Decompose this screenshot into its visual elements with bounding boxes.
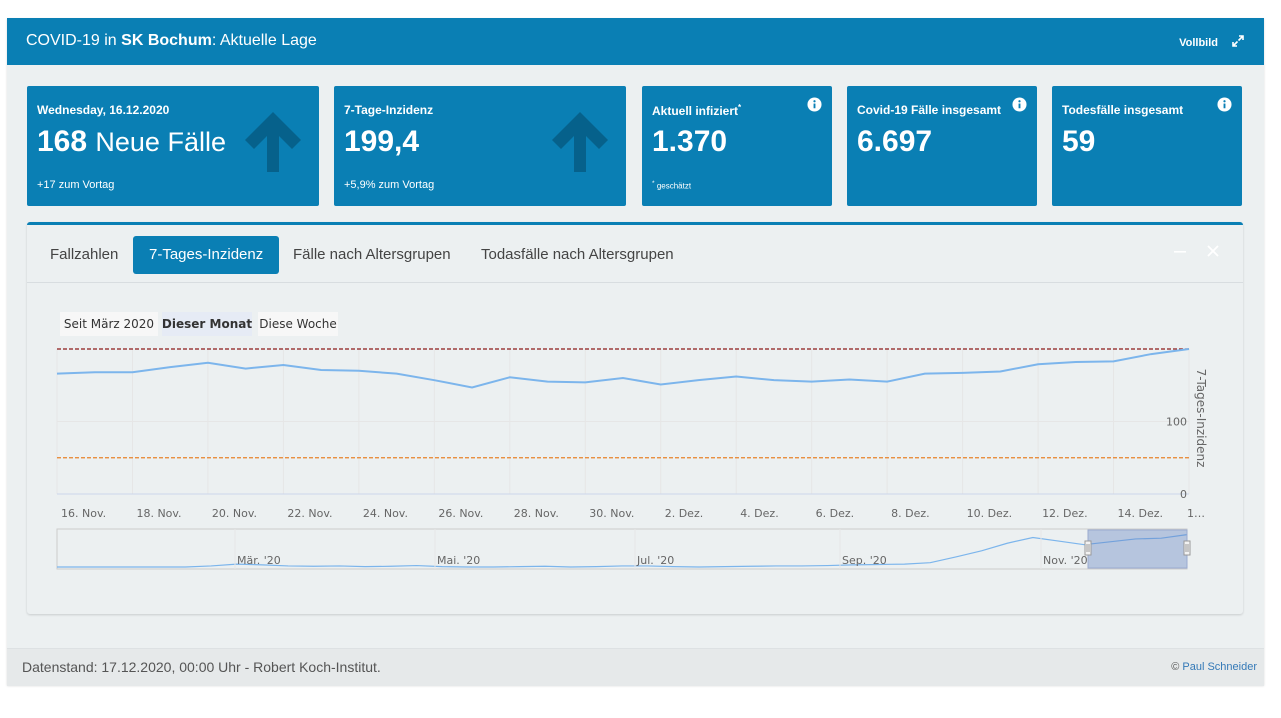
card-infected: Aktuell infiziert* 1.370 * geschätzt — [642, 86, 832, 206]
card-total-cases: Covid-19 Fälle insgesamt 6.697 — [847, 86, 1037, 206]
card-deaths: Todesfälle insgesamt 59 — [1052, 86, 1242, 206]
navigator-selection — [1087, 529, 1188, 569]
header-bar: COVID-19 in SK Bochum: Aktuelle Lage Vol… — [7, 18, 1264, 65]
navigator-handle[interactable] — [1084, 540, 1092, 556]
navigator-tick-label: Jul. '20 — [636, 554, 674, 567]
x-tick-label: 30. Nov. — [589, 507, 634, 520]
deaths-label: Todesfälle insgesamt — [1062, 103, 1184, 117]
y-tick-label: 0 — [1180, 488, 1187, 501]
total-label: Covid-19 Fälle insgesamt — [857, 103, 1002, 117]
navigator-tick-label: Nov. '20 — [1043, 554, 1088, 567]
page-title: COVID-19 in SK Bochum: Aktuelle Lage — [26, 31, 317, 51]
arrow-up-icon — [245, 112, 301, 172]
new-cases-number: 168 — [37, 125, 88, 158]
fullscreen-button[interactable]: Vollbild — [1179, 37, 1218, 49]
footer: Datenstand: 17.12.2020, 00:00 Uhr - Robe… — [7, 648, 1264, 686]
copyright: © Paul Schneider — [1171, 661, 1257, 673]
y-tick-label: 100 — [1166, 416, 1187, 429]
chart-box: Fallzahlen 7-Tages-Inzidenz Fälle nach A… — [27, 222, 1243, 614]
total-value: 6.697 — [857, 125, 933, 158]
infected-asterisk: * — [738, 103, 742, 112]
navigator-handle[interactable] — [1183, 540, 1191, 556]
x-tick-label: 12. Dez. — [1042, 507, 1088, 520]
range-button-label: Diese Woche — [259, 317, 337, 331]
title-suffix: : Aktuelle Lage — [211, 32, 317, 49]
navigator-frame — [56, 528, 1188, 570]
range-button-label: Dieser Monat — [162, 317, 252, 331]
x-tick-label: 2. Dez. — [665, 507, 704, 520]
incidence-value: 199,4 — [344, 125, 420, 158]
infected-label: Aktuell infiziert* — [652, 103, 741, 118]
minimize-icon[interactable] — [1173, 244, 1187, 258]
x-tick-label: 14. Dez. — [1118, 507, 1164, 520]
y-axis-title: 7-Tages-Inzidenz — [1194, 369, 1208, 468]
x-tick-label: 8. Dez. — [891, 507, 930, 520]
deaths-value: 59 — [1062, 125, 1096, 158]
x-tick-label: 20. Nov. — [212, 507, 257, 520]
chart-area: Seit März 2020 Dieser Monat Diese Woche 16.… — [27, 283, 1243, 614]
info-icon[interactable] — [1217, 97, 1232, 112]
x-tick-label: 1… — [1187, 507, 1205, 520]
tab-bar: Fallzahlen 7-Tages-Inzidenz Fälle nach A… — [27, 225, 1243, 283]
data-timestamp: Datenstand: 17.12.2020, 00:00 Uhr - Robe… — [22, 659, 381, 675]
navigator-series — [57, 534, 1188, 568]
info-icon[interactable] — [1012, 97, 1027, 112]
infected-note: * geschätzt — [652, 180, 691, 191]
copyright-symbol: © — [1171, 661, 1180, 673]
infected-label-text: Aktuell infiziert — [652, 104, 739, 118]
tab-fallzahlen[interactable]: Fallzahlen — [34, 236, 134, 274]
card-new-cases: Wednesday, 16.12.2020 168 Neue Fälle +17… — [27, 86, 319, 206]
incidence-chart[interactable]: Seit März 2020 Dieser Monat Diese Woche 16.… — [27, 283, 1243, 614]
x-tick-label: 24. Nov. — [363, 507, 408, 520]
tab-faelle-altersgruppen[interactable]: Fälle nach Altersgrupen — [277, 236, 467, 274]
new-cases-value: 168 Neue Fälle — [37, 124, 226, 160]
incidence-line — [56, 348, 1190, 389]
info-icon[interactable] — [807, 97, 822, 112]
tab-7-tages-inzidenz[interactable]: 7-Tages-Inzidenz — [133, 236, 280, 274]
infected-value: 1.370 — [652, 125, 728, 158]
x-tick-label: 16. Nov. — [61, 507, 106, 520]
note-text: geschätzt — [656, 181, 692, 191]
author-link[interactable]: Paul Schneider — [1182, 661, 1257, 673]
navigator-tick-label: Mär. '20 — [237, 554, 281, 567]
navigator-handle-shape — [1084, 540, 1092, 556]
arrow-up-icon — [552, 112, 608, 172]
x-tick-label: 22. Nov. — [287, 507, 332, 520]
navigator-handle-shape — [1183, 540, 1191, 556]
x-tick-label: 4. Dez. — [740, 507, 779, 520]
expand-icon[interactable] — [1230, 33, 1246, 49]
navigator-tick-label: Mai. '20 — [437, 554, 480, 567]
x-tick-label: 18. Nov. — [136, 507, 181, 520]
navigator-tick-label: Sep. '20 — [842, 554, 887, 567]
x-tick-label: 28. Nov. — [514, 507, 559, 520]
new-cases-unit: Neue Fälle — [95, 127, 226, 157]
note-asterisk: * — [652, 180, 655, 187]
range-button[interactable]: Seit März 2020 — [60, 312, 158, 336]
range-button-label: Seit März 2020 — [64, 317, 154, 331]
card-incidence: 7-Tage-Inzidenz 199,4 +5,9% zum Vortag — [334, 86, 626, 206]
range-button[interactable]: Diese Woche — [258, 312, 338, 336]
x-tick-label: 26. Nov. — [438, 507, 483, 520]
title-prefix: COVID-19 in — [26, 32, 117, 49]
title-region: SK Bochum — [121, 32, 212, 49]
x-tick-label: 6. Dez. — [816, 507, 855, 520]
incidence-change: +5,9% zum Vortag — [344, 179, 435, 191]
close-icon[interactable] — [1206, 244, 1220, 258]
incidence-label: 7-Tage-Inzidenz — [344, 103, 434, 117]
tab-todesfaelle-altersgruppen[interactable]: Todasfälle nach Altersgrupen — [465, 236, 690, 274]
range-button[interactable]: Dieser Monat — [162, 312, 252, 336]
card-date: Wednesday, 16.12.2020 — [37, 103, 170, 117]
x-tick-label: 10. Dez. — [967, 507, 1013, 520]
new-cases-change: +17 zum Vortag — [37, 179, 115, 191]
